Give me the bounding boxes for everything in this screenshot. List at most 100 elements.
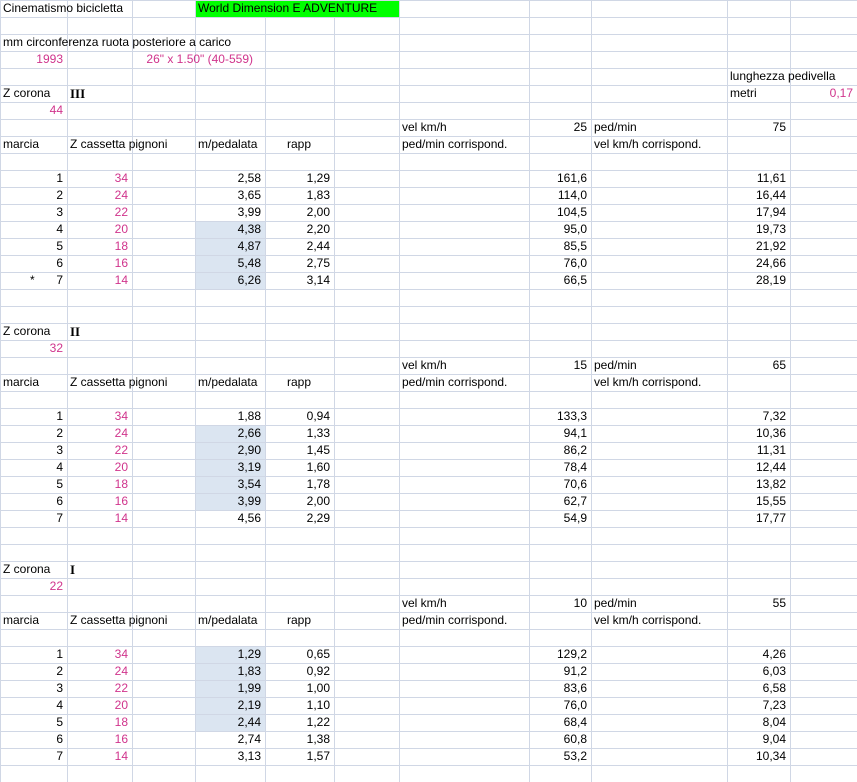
sprocket-teeth[interactable]: 16: [70, 731, 128, 748]
gear-number[interactable]: 7: [3, 272, 63, 289]
gear-ratio[interactable]: 1,00: [268, 680, 330, 697]
gear-ratio[interactable]: 1,45: [268, 442, 330, 459]
speed-corresponding[interactable]: 21,92: [594, 238, 786, 255]
col-header-m-pedalata[interactable]: m/pedalata: [198, 136, 261, 153]
vel-kmh-value[interactable]: 25: [532, 119, 587, 136]
meters-per-pedal[interactable]: 3,65: [198, 187, 261, 204]
gear-ratio[interactable]: 2,29: [268, 510, 330, 527]
cadence-corresponding[interactable]: 95,0: [402, 221, 587, 238]
corona-roman-numeral[interactable]: II: [70, 323, 128, 340]
gear-number[interactable]: 2: [3, 663, 63, 680]
ped-min-value[interactable]: 75: [730, 119, 786, 136]
ped-min-value[interactable]: 65: [730, 357, 786, 374]
corona-roman-numeral[interactable]: III: [70, 85, 128, 102]
gear-number[interactable]: 5: [3, 238, 63, 255]
gear-number[interactable]: 2: [3, 187, 63, 204]
sprocket-teeth[interactable]: 24: [70, 425, 128, 442]
gear-number[interactable]: 1: [3, 646, 63, 663]
meters-per-pedal[interactable]: 3,99: [198, 204, 261, 221]
sprocket-teeth[interactable]: 34: [70, 646, 128, 663]
speed-corresponding[interactable]: 28,19: [594, 272, 786, 289]
speed-corresponding[interactable]: 24,66: [594, 255, 786, 272]
meters-per-pedal[interactable]: 2,19: [198, 697, 261, 714]
corona-roman-numeral[interactable]: I: [70, 561, 128, 578]
cadence-corresponding[interactable]: 129,2: [402, 646, 587, 663]
crank-length-value[interactable]: 0,17: [793, 85, 853, 102]
sprocket-teeth[interactable]: 16: [70, 255, 128, 272]
col-header-ped-corrispond[interactable]: ped/min corrispond.: [402, 136, 587, 153]
gear-ratio[interactable]: 1,10: [268, 697, 330, 714]
gear-number[interactable]: 6: [3, 731, 63, 748]
gear-number[interactable]: 6: [3, 255, 63, 272]
speed-corresponding[interactable]: 8,04: [594, 714, 786, 731]
col-header-vel-corrispond[interactable]: vel km/h corrispond.: [594, 136, 786, 153]
meters-per-pedal[interactable]: 4,87: [198, 238, 261, 255]
cadence-corresponding[interactable]: 94,1: [402, 425, 587, 442]
gear-ratio[interactable]: 2,75: [268, 255, 330, 272]
meters-per-pedal[interactable]: 3,54: [198, 476, 261, 493]
cadence-corresponding[interactable]: 83,6: [402, 680, 587, 697]
ped-min-label[interactable]: ped/min: [594, 119, 723, 136]
speed-corresponding[interactable]: 11,31: [594, 442, 786, 459]
gear-ratio[interactable]: 2,20: [268, 221, 330, 238]
cadence-corresponding[interactable]: 85,5: [402, 238, 587, 255]
meters-per-pedal[interactable]: 5,48: [198, 255, 261, 272]
col-header-marcia[interactable]: marcia: [3, 374, 63, 391]
speed-corresponding[interactable]: 9,04: [594, 731, 786, 748]
speed-corresponding[interactable]: 17,94: [594, 204, 786, 221]
cadence-corresponding[interactable]: 78,4: [402, 459, 587, 476]
gear-ratio[interactable]: 1,60: [268, 459, 330, 476]
speed-corresponding[interactable]: 13,82: [594, 476, 786, 493]
z-corona-label[interactable]: Z corona: [3, 85, 63, 102]
gear-ratio[interactable]: 0,92: [268, 663, 330, 680]
meters-per-pedal[interactable]: 2,90: [198, 442, 261, 459]
sprocket-teeth[interactable]: 16: [70, 493, 128, 510]
gear-ratio[interactable]: 1,33: [268, 425, 330, 442]
meters-per-pedal[interactable]: 3,13: [198, 748, 261, 765]
gear-ratio[interactable]: 1,57: [268, 748, 330, 765]
gear-number[interactable]: 7: [3, 748, 63, 765]
cadence-corresponding[interactable]: 104,5: [402, 204, 587, 221]
cadence-corresponding[interactable]: 76,0: [402, 255, 587, 272]
sprocket-teeth[interactable]: 20: [70, 459, 128, 476]
speed-corresponding[interactable]: 7,23: [594, 697, 786, 714]
z-corona-label[interactable]: Z corona: [3, 323, 63, 340]
gear-number[interactable]: 4: [3, 697, 63, 714]
sprocket-teeth[interactable]: 20: [70, 221, 128, 238]
crank-length-label[interactable]: lunghezza pedivella: [730, 68, 853, 85]
meters-per-pedal[interactable]: 3,99: [198, 493, 261, 510]
meters-per-pedal[interactable]: 6,26: [198, 272, 261, 289]
gear-ratio[interactable]: 1,83: [268, 187, 330, 204]
sprocket-teeth[interactable]: 14: [70, 272, 128, 289]
gear-number[interactable]: 3: [3, 204, 63, 221]
z-corona-label[interactable]: Z corona: [3, 561, 63, 578]
cadence-corresponding[interactable]: 86,2: [402, 442, 587, 459]
crank-unit-label[interactable]: metri: [730, 85, 786, 102]
sheet-title[interactable]: Cinematismo bicicletta: [3, 0, 191, 17]
gear-ratio[interactable]: 0,94: [268, 408, 330, 425]
z-corona-value[interactable]: 22: [3, 578, 63, 595]
sprocket-teeth[interactable]: 18: [70, 714, 128, 731]
sprocket-teeth[interactable]: 22: [70, 204, 128, 221]
sprocket-teeth[interactable]: 18: [70, 238, 128, 255]
gear-number[interactable]: 3: [3, 442, 63, 459]
cadence-corresponding[interactable]: 161,6: [402, 170, 587, 187]
cadence-corresponding[interactable]: 60,8: [402, 731, 587, 748]
gear-ratio[interactable]: 1,38: [268, 731, 330, 748]
meters-per-pedal[interactable]: 2,44: [198, 714, 261, 731]
col-header-marcia[interactable]: marcia: [3, 612, 63, 629]
gear-number[interactable]: 7: [3, 510, 63, 527]
vel-kmh-value[interactable]: 10: [532, 595, 587, 612]
col-header-z-cassetta[interactable]: Z cassetta pignoni: [70, 136, 191, 153]
gear-ratio[interactable]: 1,22: [268, 714, 330, 731]
z-corona-value[interactable]: 44: [3, 102, 63, 119]
meters-per-pedal[interactable]: 4,56: [198, 510, 261, 527]
cadence-corresponding[interactable]: 91,2: [402, 663, 587, 680]
speed-corresponding[interactable]: 10,36: [594, 425, 786, 442]
gear-number[interactable]: 6: [3, 493, 63, 510]
sprocket-teeth[interactable]: 34: [70, 170, 128, 187]
gear-ratio[interactable]: 2,44: [268, 238, 330, 255]
gear-ratio[interactable]: 3,14: [268, 272, 330, 289]
sprocket-teeth[interactable]: 14: [70, 510, 128, 527]
ped-min-value[interactable]: 55: [730, 595, 786, 612]
